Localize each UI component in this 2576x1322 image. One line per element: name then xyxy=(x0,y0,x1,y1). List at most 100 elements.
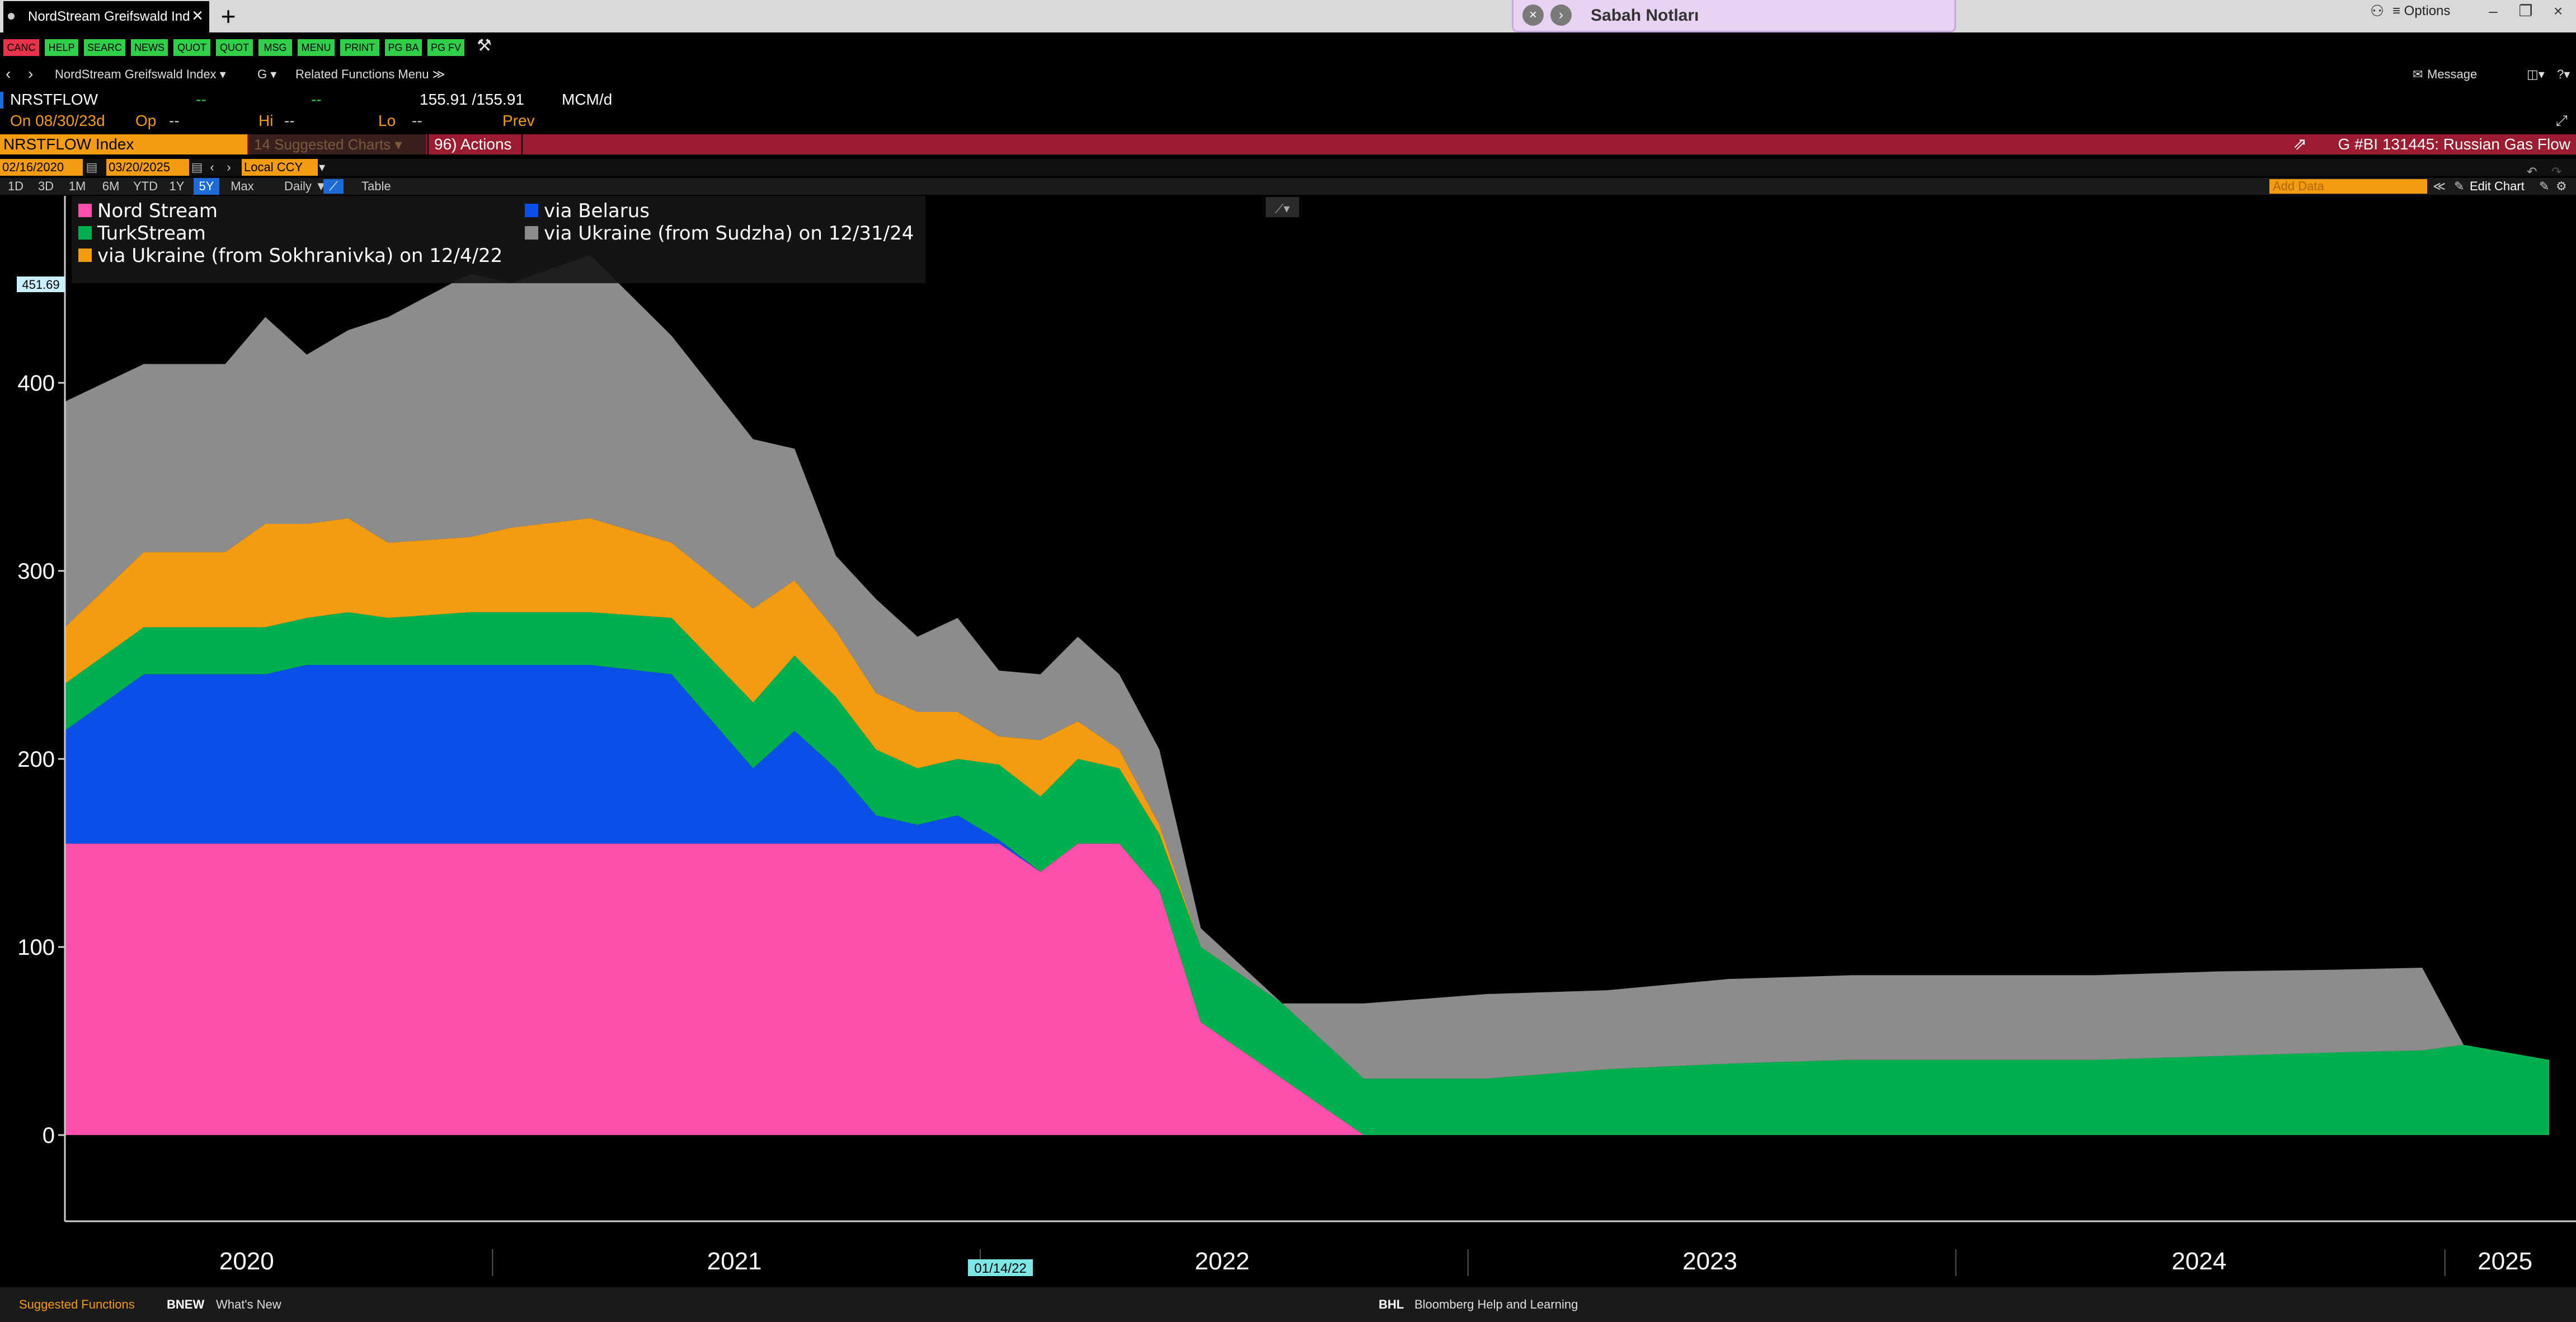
quote-ticker: NRSTFLOW xyxy=(10,91,98,108)
legend-label-1: via Belarus xyxy=(544,200,650,222)
quote-unit: MCM/d xyxy=(562,91,613,108)
period-1m[interactable]: 1M xyxy=(65,178,90,195)
currency-chevron-icon[interactable]: ▾ xyxy=(319,159,330,176)
minimize-icon[interactable]: – xyxy=(2482,0,2504,22)
legend-swatch-2 xyxy=(78,226,92,240)
new-tab-plus-icon[interactable]: + xyxy=(217,2,239,30)
bhl-code[interactable]: BHL xyxy=(1379,1287,1404,1322)
high-value: -- xyxy=(284,112,295,129)
y-tick-label-400: 400 xyxy=(17,371,55,396)
x-axis-ticks: 2020 2021 2022 2023 2024 2025 xyxy=(219,1248,2532,1276)
tab-nordstream[interactable]: NordStream Greifswald Ind xyxy=(3,1,209,32)
function-button-searc[interactable]: SEARC xyxy=(84,39,125,56)
help-learning-link[interactable]: Bloomberg Help and Learning xyxy=(1414,1287,1578,1322)
forward-icon[interactable]: › xyxy=(28,65,33,83)
suggested-functions-link[interactable]: Suggested Functions xyxy=(19,1287,135,1322)
tab-title: NordStream Greifswald Ind xyxy=(28,9,190,24)
period-selector-row: 1D 3D 1M 6M YTD 1Y 5Y Max Daily ▼ ⟋ Table Add D… xyxy=(0,165,2576,195)
collapse-icon[interactable]: ≪ xyxy=(2433,178,2446,195)
period-6m[interactable]: 6M xyxy=(98,178,123,195)
date-range-row: 02/16/2020 ▤ 03/20/2025 ▤ ‹ › Local CCY … xyxy=(0,159,2576,176)
period-1d[interactable]: 1D xyxy=(4,178,27,195)
function-button-quot[interactable]: QUOT xyxy=(216,39,253,56)
redo-icon[interactable]: ↷ xyxy=(2551,163,2561,180)
function-button-help[interactable]: HELP xyxy=(45,39,78,56)
pencil-icon[interactable]: ✎ xyxy=(2454,178,2464,195)
period-back-icon[interactable]: ‹ xyxy=(205,159,219,176)
legend-label-0: Nord Stream xyxy=(97,200,218,222)
g-menu[interactable]: G ▾ xyxy=(257,67,276,82)
period-max[interactable]: Max xyxy=(228,178,256,195)
notes-banner[interactable]: × › Sabah Notları xyxy=(1512,0,1956,32)
y-tick-label-300: 300 xyxy=(17,559,55,584)
open-label: Op xyxy=(135,112,157,129)
x-tick-label-2023: 2023 xyxy=(1682,1248,1737,1275)
start-date-input[interactable]: 02/16/2020 xyxy=(0,159,83,176)
expand-icon[interactable]: ⤢ xyxy=(2556,112,2568,130)
gear-icon[interactable]: ⚙ xyxy=(2556,178,2567,195)
gas-flow-chart[interactable]: 0 100 200 300 400 2020 2021 2022 2023 2024 2025 4… xyxy=(0,196,2576,1276)
chart-type-icon[interactable]: ⟋ xyxy=(323,179,344,194)
stacked-areas xyxy=(65,255,2549,1135)
back-icon[interactable]: ‹ xyxy=(6,65,11,83)
period-ytd[interactable]: YTD xyxy=(131,178,160,195)
quote-change: -- xyxy=(196,91,206,108)
undo-icon[interactable]: ↶ xyxy=(2527,163,2537,180)
period-5y[interactable]: 5Y xyxy=(194,178,219,195)
start-calendar-icon[interactable]: ▤ xyxy=(84,159,100,176)
suggested-charts-dropdown[interactable]: 14 Suggested Charts ▾ xyxy=(248,134,426,154)
message-icon[interactable]: ✉ xyxy=(2413,67,2423,82)
function-button-pg-ba[interactable]: PG BA xyxy=(385,39,422,56)
edit-icon[interactable]: ✎ xyxy=(2539,178,2549,195)
security-field[interactable]: NRSTFLOW Index xyxy=(0,134,247,154)
external-link-icon[interactable]: ⇗ xyxy=(2293,134,2307,154)
bnew-code[interactable]: BNEW xyxy=(167,1287,204,1322)
function-button-canc[interactable]: CANC xyxy=(3,39,39,56)
edit-chart-button[interactable]: Edit Chart xyxy=(2470,178,2525,195)
actions-menu[interactable]: 96) Actions ▾ xyxy=(427,134,523,173)
close-circle-icon[interactable]: × xyxy=(1522,4,1544,26)
period-forward-icon[interactable]: › xyxy=(222,159,236,176)
legend-label-3: via Ukraine (from Sokhranivka) on 12/4/2… xyxy=(97,245,502,267)
whats-new-link[interactable]: What's New xyxy=(216,1287,281,1322)
chart-tool-icon: ⟋▾ xyxy=(1275,202,1290,216)
y-tick-label-0: 0 xyxy=(43,1123,55,1148)
nav-row: ‹ › NordStream Greifswald Index ▾ G ▾ Re… xyxy=(0,63,2576,85)
message-button[interactable]: Message xyxy=(2427,67,2477,82)
chevron-right-circle-icon[interactable]: › xyxy=(1550,4,1572,26)
layout-icon[interactable]: ◫▾ xyxy=(2527,67,2545,82)
restore-icon[interactable]: ❐ xyxy=(2514,0,2537,22)
end-calendar-icon[interactable]: ▤ xyxy=(190,159,204,176)
wrench-icon[interactable]: ⚒ xyxy=(477,36,492,55)
x-tick-label-2022: 2022 xyxy=(1195,1248,1249,1275)
related-functions-menu[interactable]: Related Functions Menu ≫ xyxy=(295,67,445,82)
frequency-dropdown[interactable]: Daily ▼ xyxy=(284,178,327,195)
legend-swatch-0 xyxy=(78,204,92,217)
last-value-label: 451.69 xyxy=(22,278,59,292)
period-3d[interactable]: 3D xyxy=(35,178,57,195)
add-data-input[interactable]: Add Data xyxy=(2269,179,2427,194)
function-button-news[interactable]: NEWS xyxy=(131,39,168,56)
function-button-print[interactable]: PRINT xyxy=(340,39,379,56)
bottom-bar: Suggested Functions BNEW What's New BHL … xyxy=(0,1287,2576,1322)
function-button-msg[interactable]: MSG xyxy=(258,39,292,56)
tab-close-icon[interactable]: × xyxy=(188,0,207,31)
low-value: -- xyxy=(412,112,422,129)
user-icon[interactable]: ⚇ xyxy=(2370,0,2384,22)
y-tick-label-100: 100 xyxy=(17,935,55,960)
close-window-icon[interactable]: × xyxy=(2547,0,2569,22)
y-axis-ticks: 0 100 200 300 400 xyxy=(17,371,65,1148)
table-button[interactable]: Table xyxy=(361,178,391,195)
function-button-menu[interactable]: MENU xyxy=(298,39,335,56)
help-icon[interactable]: ?▾ xyxy=(2557,67,2570,82)
x-tick-label-2021: 2021 xyxy=(707,1248,762,1275)
quote-change-pct: -- xyxy=(311,91,322,108)
security-dropdown[interactable]: NordStream Greifswald Index ▾ xyxy=(55,67,226,82)
options-button[interactable]: ≡ Options xyxy=(2392,0,2450,22)
function-button-quot[interactable]: QUOT xyxy=(173,39,210,56)
open-value: -- xyxy=(169,112,180,129)
function-button-pg-fv[interactable]: PG FV xyxy=(427,39,464,56)
currency-dropdown[interactable]: Local CCY xyxy=(242,159,318,176)
end-date-input[interactable]: 03/20/2025 xyxy=(106,159,189,176)
period-1y[interactable]: 1Y xyxy=(167,178,187,195)
